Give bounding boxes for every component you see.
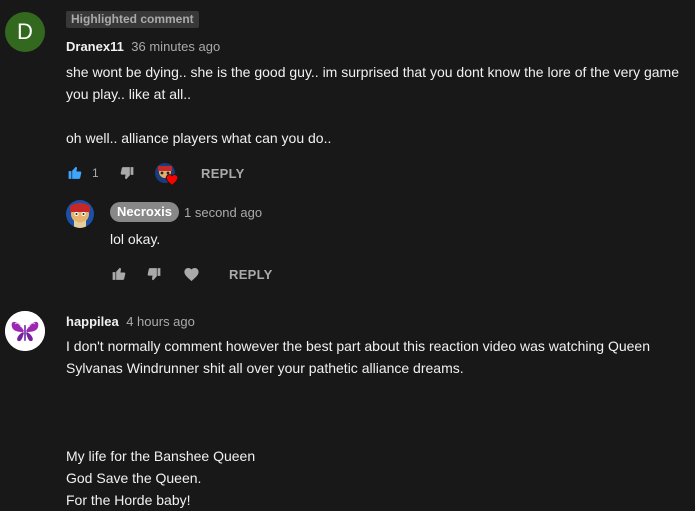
highlighted-comment-badge: Highlighted comment <box>66 11 199 28</box>
like-icon[interactable] <box>66 164 84 181</box>
comment2-text: I don't normally comment however the bes… <box>66 338 650 508</box>
comment-header: Dranex11 36 minutes ago <box>66 38 220 56</box>
comment2-time[interactable]: 4 hours ago <box>126 314 195 329</box>
comment-time[interactable]: 36 minutes ago <box>131 39 220 54</box>
comment2-header: happilea 4 hours ago <box>66 313 195 331</box>
dislike-icon[interactable] <box>118 165 136 182</box>
comment2-author[interactable]: happilea <box>66 314 119 329</box>
reply-text: lol okay. <box>110 231 161 247</box>
comment-author[interactable]: Dranex11 <box>66 39 124 54</box>
heart-icon <box>165 174 179 186</box>
reply-button[interactable]: REPLY <box>201 166 245 181</box>
reply-heart-icon[interactable] <box>183 266 200 282</box>
creator-heart <box>155 163 181 187</box>
reply-time[interactable]: 1 second ago <box>184 205 262 220</box>
avatar-letter: D <box>17 19 33 44</box>
avatar-dranex11[interactable]: D <box>5 12 45 52</box>
avatar-necroxis[interactable] <box>66 200 94 228</box>
reply-author-chip[interactable]: Necroxis <box>110 202 179 222</box>
like-count: 1 <box>92 166 99 180</box>
reply-like-icon[interactable] <box>110 265 128 282</box>
reply-dislike-icon[interactable] <box>145 266 163 283</box>
comment-text: she wont be dying.. she is the good guy.… <box>66 64 679 146</box>
avatar-happilea[interactable] <box>5 311 45 351</box>
reply-reply-button[interactable]: REPLY <box>229 267 273 282</box>
